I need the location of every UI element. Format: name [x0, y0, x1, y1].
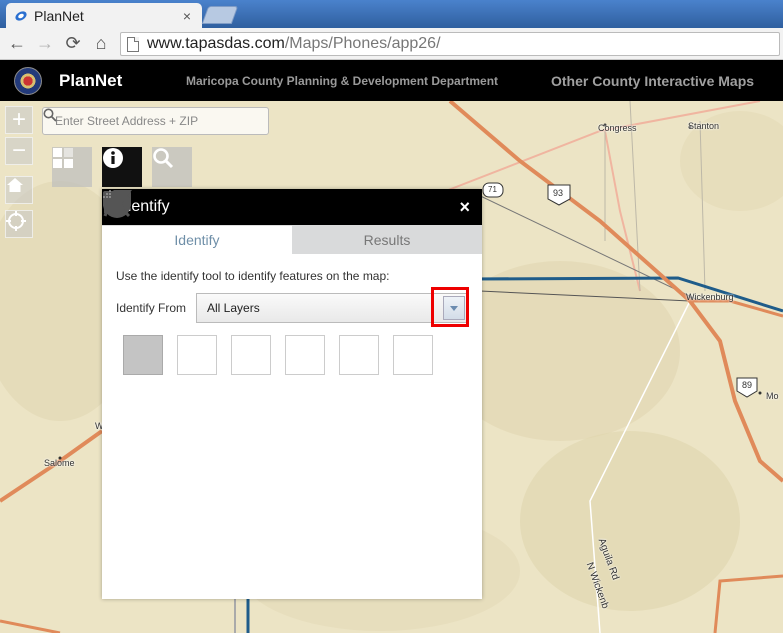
- other-maps-link[interactable]: Other County Interactive Maps: [551, 73, 754, 89]
- zoom-out-button[interactable]: −: [5, 137, 33, 165]
- search-icon: [43, 108, 57, 122]
- locate-button[interactable]: [5, 210, 33, 238]
- url-path: /Maps/Phones/app26/: [284, 35, 441, 52]
- county-seal-logo: [14, 66, 42, 95]
- identify-panel: Identify × Identify Results Use the iden…: [102, 189, 482, 599]
- draw-tool-row: [103, 190, 468, 375]
- identify-from-label: Identify From: [116, 301, 187, 315]
- identify-from-select[interactable]: All Layers: [196, 293, 468, 323]
- forward-arrow-icon[interactable]: →: [34, 33, 56, 55]
- address-search-input[interactable]: [55, 114, 245, 128]
- plannet-favicon-icon: [15, 10, 27, 21]
- draw-polyline-button[interactable]: [103, 190, 271, 375]
- home-extent-button[interactable]: [5, 176, 33, 204]
- map-label-congress: Congress: [598, 123, 637, 133]
- back-arrow-icon[interactable]: ←: [6, 33, 28, 55]
- address-bar[interactable]: www.tapasdas.com/Maps/Phones/app26/: [120, 32, 780, 56]
- map-label-stanton: Stanton: [688, 121, 720, 131]
- highlight-box: [431, 287, 469, 327]
- basemap-gallery-button[interactable]: [52, 147, 92, 187]
- identify-panel-header: Identify ×: [102, 189, 482, 225]
- map-label-salome: Salome: [44, 458, 75, 468]
- map-view[interactable]: Congress Stanton Wickenburg Salome W Mo …: [0, 101, 783, 633]
- screen: PlanNet × ← → ⟳ ⌂ www.tapasdas.com/Maps/…: [0, 0, 783, 633]
- basemap-grid-icon: [53, 148, 73, 168]
- draw-point-button[interactable]: [104, 191, 163, 375]
- identify-from-row: Identify From All Layers: [116, 293, 468, 323]
- browser-toolbar: ← → ⟳ ⌂ www.tapasdas.com/Maps/Phones/app…: [0, 28, 783, 60]
- map-label-morristown: Mo: [766, 391, 779, 401]
- close-icon[interactable]: ×: [459, 197, 470, 218]
- resize-grip-icon[interactable]: [102, 189, 112, 199]
- magnifier-icon: [153, 148, 174, 169]
- identify-panel-tabs: Identify Results: [102, 225, 482, 254]
- url-host: www.tapasdas.com: [147, 35, 285, 52]
- draw-rectangle-button[interactable]: [103, 191, 325, 375]
- locate-crosshair-icon: [6, 211, 26, 231]
- draw-polygon-button[interactable]: [104, 190, 433, 375]
- page-icon: [127, 36, 139, 52]
- address-search-box[interactable]: [42, 107, 269, 135]
- new-tab-button[interactable]: [201, 6, 239, 24]
- map-label-wickenburg: Wickenburg: [686, 292, 734, 302]
- highway-89-shield: 89: [742, 380, 753, 390]
- app-title: PlanNet: [59, 70, 123, 90]
- home-icon[interactable]: ⌂: [90, 33, 112, 55]
- tab-identify[interactable]: Identify: [102, 225, 292, 254]
- search-tool-button[interactable]: [152, 147, 192, 187]
- identify-tool-button[interactable]: [102, 147, 142, 187]
- home-icon: [7, 178, 23, 192]
- department-link[interactable]: Maricopa County Planning & Development D…: [186, 74, 498, 88]
- tab-title: PlanNet: [34, 7, 84, 24]
- reload-icon[interactable]: ⟳: [62, 33, 84, 55]
- draw-circle-button[interactable]: [103, 190, 379, 375]
- browser-tab-plannet[interactable]: PlanNet ×: [6, 3, 202, 28]
- tab-results[interactable]: Results: [292, 225, 482, 254]
- highway-93-shield: 93: [553, 188, 564, 198]
- identify-panel-body: Use the identify tool to identify featur…: [102, 190, 482, 390]
- app-header: PlanNet Maricopa County Planning & Devel…: [0, 60, 783, 101]
- browser-tab-bar: PlanNet ×: [0, 0, 783, 28]
- zoom-in-button[interactable]: +: [5, 106, 33, 134]
- tab-close-icon[interactable]: ×: [180, 8, 194, 24]
- draw-line-button[interactable]: [103, 190, 217, 375]
- highway-71-shield: 71: [488, 185, 497, 194]
- identify-instruction: Use the identify tool to identify featur…: [116, 269, 390, 283]
- identify-from-value: All Layers: [207, 301, 260, 315]
- info-icon: [103, 148, 123, 168]
